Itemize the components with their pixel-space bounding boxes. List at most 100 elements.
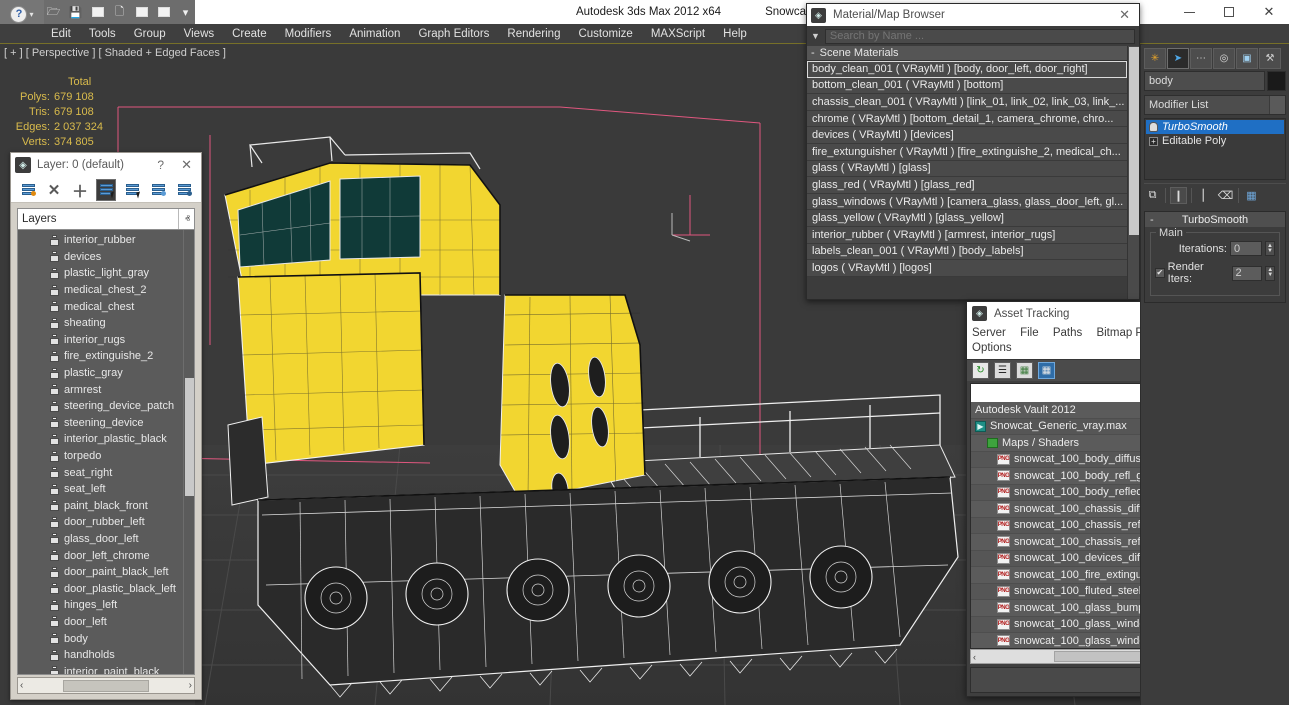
list-view-button[interactable]: ☰ (994, 362, 1011, 379)
iterations-field[interactable]: 0 (1230, 241, 1262, 256)
layer-row[interactable]: fire_extinguishe_2 (18, 348, 183, 365)
material-row[interactable]: logos ( VRayMtl ) [logos] (807, 260, 1127, 277)
layer-row[interactable]: body (18, 630, 183, 647)
tab-modify[interactable]: ➤ (1167, 48, 1189, 69)
maximize-button[interactable] (1209, 0, 1249, 24)
material-list[interactable]: body_clean_001 ( VRayMtl ) [body, door_l… (807, 61, 1127, 277)
select-layer-objects-button[interactable] (97, 180, 115, 200)
layer-row[interactable]: seat_right (18, 464, 183, 481)
menu-tools[interactable]: Tools (80, 26, 125, 42)
rollout-collapse-icon[interactable]: - (1150, 214, 1154, 226)
material-row[interactable]: bottom_clean_001 ( VRayMtl ) [bottom] (807, 78, 1127, 95)
render-iters-spinner[interactable]: ▲ ▼ (1265, 266, 1275, 281)
save-file-button[interactable]: 💾 (66, 3, 85, 21)
layer-row[interactable]: door_left (18, 614, 183, 631)
layer-row[interactable]: glass_door_left (18, 531, 183, 548)
bulb-icon[interactable] (1149, 122, 1158, 132)
layer-row[interactable]: armrest (18, 381, 183, 398)
refresh-button[interactable]: ↻ (972, 362, 989, 379)
select-highlighted-objects-button[interactable] (175, 180, 193, 200)
layer-row[interactable]: hinges_left (18, 597, 183, 614)
minimize-button[interactable] (1169, 0, 1209, 24)
set-current-layer-button[interactable] (149, 180, 167, 200)
material-row[interactable]: glass ( VRayMtl ) [glass] (807, 161, 1127, 178)
chevron-down-icon[interactable]: ▼ (811, 31, 820, 41)
redo-button[interactable] (154, 3, 173, 21)
group-collapse-icon[interactable]: - (811, 47, 815, 59)
modifier-stack[interactable]: TurboSmooth + Editable Poly (1144, 118, 1286, 180)
scrollbar-thumb[interactable] (185, 378, 194, 496)
help-icon[interactable]: ? (10, 6, 27, 23)
material-row[interactable]: glass_windows ( VRayMtl ) [camera_glass,… (807, 194, 1127, 211)
help-icon[interactable]: ? (151, 158, 170, 172)
add-selection-to-layer-button[interactable] (123, 180, 141, 200)
scroll-left-icon[interactable]: ‹ (20, 680, 23, 691)
material-row[interactable]: chassis_clean_001 ( VRayMtl ) [link_01, … (807, 94, 1127, 111)
layer-row[interactable]: medical_chest_2 (18, 282, 183, 299)
modifier-stack-item-turbosmooth[interactable]: TurboSmooth (1146, 120, 1284, 134)
close-button[interactable]: ✕ (1249, 0, 1289, 24)
at-menu-paths[interactable]: Paths (1053, 327, 1088, 339)
new-scene-button[interactable] (88, 3, 107, 21)
pin-stack-button[interactable]: ⧉ (1144, 187, 1161, 204)
layer-list-region[interactable]: interior_rubber devices plastic_light_gray… (17, 230, 195, 675)
layer-list-horizontal-scrollbar[interactable]: ‹ › (17, 677, 195, 694)
menu-rendering[interactable]: Rendering (498, 26, 569, 42)
open-file-button[interactable]: 🗁 (44, 3, 63, 21)
layer-row[interactable]: plastic_gray (18, 365, 183, 382)
layer-row[interactable]: door_paint_black_left (18, 564, 183, 581)
layer-list-header[interactable]: Layers ⱏ (17, 208, 195, 230)
modifier-list-dropdown[interactable]: Modifier List ⱟ (1144, 95, 1286, 115)
layer-row[interactable]: door_left_chrome (18, 547, 183, 564)
delete-layer-button[interactable]: ✕ (45, 180, 63, 200)
tab-display[interactable]: ▣ (1236, 48, 1258, 69)
chevron-down-icon[interactable]: ▾ (29, 10, 33, 19)
layer-explorer-titlebar[interactable]: ◈ Layer: 0 (default) ? ✕ (11, 153, 201, 177)
layer-row[interactable]: interior_rugs (18, 332, 183, 349)
tab-hierarchy[interactable]: ⋯ (1190, 48, 1212, 69)
close-icon[interactable]: ✕ (176, 157, 197, 173)
object-color-swatch[interactable] (1267, 71, 1286, 91)
material-row[interactable]: devices ( VRayMtl ) [devices] (807, 127, 1127, 144)
layer-row[interactable]: steering_device_patch (18, 398, 183, 415)
chevron-down-icon[interactable]: ⱟ (184, 660, 195, 674)
object-name-field[interactable]: body (1144, 71, 1265, 91)
layer-explorer-window[interactable]: ◈ Layer: 0 (default) ? ✕ ✕ ＋ Layers ⱏ in… (10, 152, 202, 700)
menu-customize[interactable]: Customize (569, 26, 641, 42)
close-icon[interactable]: ✕ (1114, 7, 1135, 23)
show-end-result-button[interactable]: ❙ (1170, 187, 1187, 204)
menu-modifiers[interactable]: Modifiers (276, 26, 341, 42)
material-row[interactable]: labels_clean_001 ( VRayMtl ) [body_label… (807, 244, 1127, 261)
menu-group[interactable]: Group (125, 26, 175, 42)
chevron-down-icon[interactable]: ⱟ (1269, 96, 1285, 114)
at-menu-file[interactable]: File (1020, 327, 1045, 339)
layer-row[interactable]: devices (18, 249, 183, 266)
menu-views[interactable]: Views (175, 26, 223, 42)
menu-help[interactable]: Help (714, 26, 756, 42)
render-iters-checkbox[interactable]: ✔ (1155, 268, 1165, 278)
undo-button[interactable] (132, 3, 151, 21)
layer-row[interactable]: handholds (18, 647, 183, 664)
layer-row[interactable]: paint_black_front (18, 498, 183, 515)
render-iters-field[interactable]: 2 (1232, 266, 1263, 281)
tab-utilities[interactable]: ⚒ (1259, 48, 1281, 69)
scroll-left-icon[interactable]: ‹ (973, 652, 976, 662)
layer-row[interactable]: interior_plastic_black (18, 431, 183, 448)
configure-modifier-sets-button[interactable]: ▦ (1243, 187, 1260, 204)
remove-modifier-button[interactable]: ⌫ (1217, 187, 1234, 204)
layer-row[interactable]: sheating (18, 315, 183, 332)
layer-row[interactable]: door_plastic_black_left (18, 580, 183, 597)
menu-edit[interactable]: Edit (42, 26, 80, 42)
scrollbar-thumb[interactable] (63, 680, 149, 692)
at-menu-server[interactable]: Server (972, 327, 1012, 339)
layer-row[interactable]: door_rubber_left (18, 514, 183, 531)
material-list-scrollbar[interactable] (1127, 46, 1139, 299)
layer-row[interactable]: seat_left (18, 481, 183, 498)
at-menu-options[interactable]: Options (972, 342, 1018, 354)
chevron-up-icon[interactable]: ⱏ (178, 209, 190, 229)
scroll-right-icon[interactable]: › (189, 680, 192, 691)
material-row[interactable]: body_clean_001 ( VRayMtl ) [body, door_l… (807, 61, 1127, 78)
make-unique-button[interactable]: ⎢ (1196, 187, 1213, 204)
search-input[interactable] (825, 29, 1135, 44)
menu-maxscript[interactable]: MAXScript (642, 26, 714, 42)
